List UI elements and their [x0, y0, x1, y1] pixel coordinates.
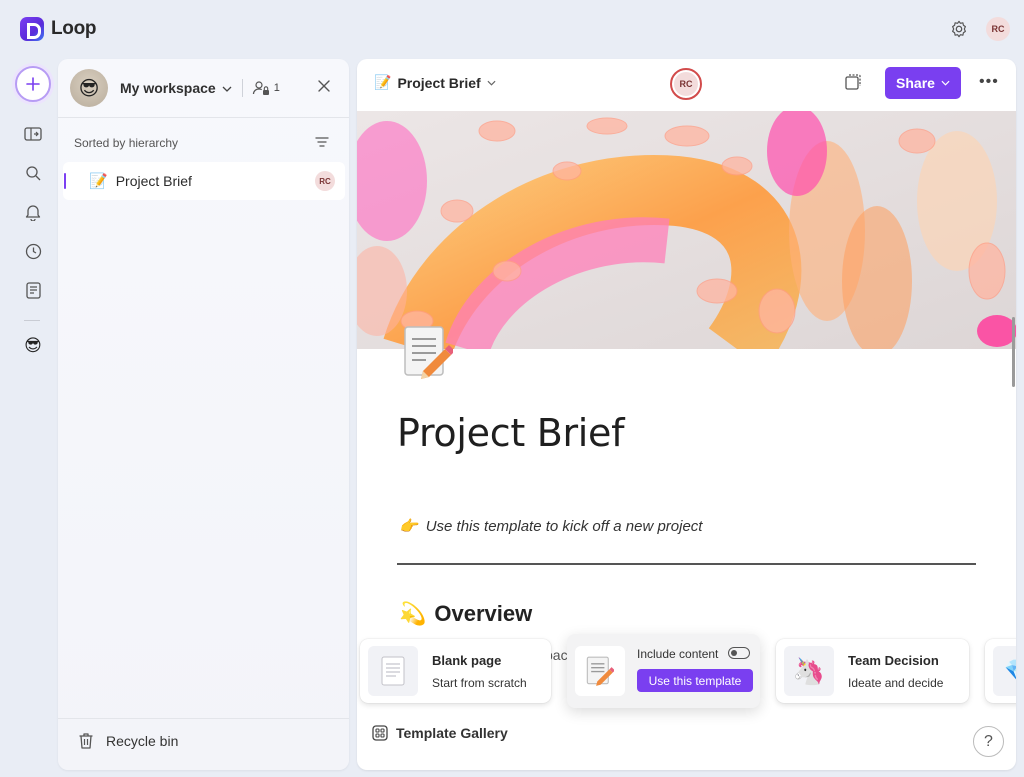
close-icon[interactable] — [317, 79, 331, 98]
template-subtitle: Start from scratch — [432, 675, 527, 690]
divider — [241, 79, 243, 97]
page-subtitle-text: Use this template to kick off a new proj… — [425, 517, 703, 535]
template-gallery-label: Template Gallery — [396, 725, 508, 741]
gem-icon: 💎 — [993, 646, 1016, 696]
page-canvas: 📝 Project Brief RC Share ••• Project Bri… — [357, 59, 1016, 770]
template-title: Team Decision — [848, 652, 939, 668]
memo-icon — [575, 646, 625, 696]
copy-component-icon[interactable] — [844, 73, 862, 96]
notifications-bell-icon[interactable] — [22, 201, 44, 223]
recycle-bin-link[interactable]: Recycle bin — [78, 732, 178, 750]
chevron-down-icon — [941, 80, 950, 86]
divider-line — [397, 563, 976, 565]
left-rail: 😎 — [0, 58, 64, 777]
include-content-label: Include content — [637, 647, 719, 661]
workspace-name[interactable]: My workspace — [120, 80, 216, 96]
section-heading-text: Overview — [434, 601, 533, 626]
chevron-down-icon[interactable] — [222, 79, 232, 97]
workspace-emoji-icon[interactable]: 😎 — [22, 335, 44, 357]
loop-logo-icon — [20, 17, 44, 41]
ideas-notes-icon[interactable] — [22, 279, 44, 301]
scrollbar[interactable] — [1012, 317, 1015, 387]
user-avatar[interactable]: RC — [986, 17, 1010, 41]
section-heading[interactable]: 💫 Overview — [399, 601, 532, 627]
template-subtitle: Ideate and decide — [848, 675, 944, 690]
filter-icon[interactable] — [315, 135, 329, 153]
recent-clock-icon[interactable] — [22, 240, 44, 262]
workspace-header: 😎 My workspace 1 — [58, 59, 349, 117]
page-subtitle[interactable]: 👉 Use this template to kick off a new pr… — [399, 517, 703, 536]
workspaces-panel-icon[interactable] — [22, 123, 44, 145]
template-title: Blank page — [432, 652, 502, 668]
divider — [58, 117, 349, 118]
page-title[interactable]: Project Brief — [397, 411, 625, 455]
divider — [58, 718, 349, 719]
recycle-bin-label: Recycle bin — [106, 733, 179, 749]
memo-icon: 📝 — [89, 173, 108, 190]
blank-page-icon — [368, 646, 418, 696]
workspace-members[interactable]: 1 — [252, 80, 280, 96]
rail-divider — [24, 320, 40, 321]
cover-image — [357, 111, 1016, 349]
search-icon[interactable] — [22, 162, 44, 184]
more-options-icon[interactable]: ••• — [979, 73, 999, 91]
page-owner-avatar: RC — [315, 171, 335, 191]
sort-label: Sorted by hierarchy — [74, 136, 179, 150]
settings-gear-icon[interactable] — [950, 20, 968, 38]
pointing-hand-icon: 👉 — [399, 518, 418, 535]
dizzy-star-icon: 💫 — [399, 601, 427, 626]
create-new-button[interactable] — [15, 66, 51, 102]
page-memo-icon[interactable] — [403, 323, 455, 381]
collaborator-avatar[interactable]: RC — [670, 68, 702, 100]
plus-icon — [26, 77, 40, 91]
include-content-toggle[interactable] — [728, 647, 750, 659]
workspace-panel: 😎 My workspace 1 Sorted by hierarchy 📝 P… — [58, 59, 349, 770]
page-list-item[interactable]: 📝 Project Brief RC — [63, 162, 345, 200]
template-gallery-link[interactable]: Template Gallery — [372, 725, 508, 741]
grid-icon — [372, 725, 388, 741]
page-item-label: Project Brief — [115, 173, 192, 189]
help-button[interactable]: ? — [973, 726, 1004, 757]
members-lock-icon — [252, 81, 269, 95]
trash-icon — [79, 733, 93, 749]
template-card-next[interactable]: 💎 — [985, 639, 1016, 703]
page-title-label: Project Brief — [397, 74, 481, 91]
share-button[interactable]: Share — [885, 67, 961, 99]
share-label: Share — [896, 75, 935, 91]
member-count: 1 — [273, 82, 280, 94]
loop-logo[interactable]: Loop — [20, 17, 97, 41]
page-title-dropdown[interactable]: 📝 Project Brief — [374, 74, 496, 91]
app-name: Loop — [51, 18, 97, 39]
chevron-down-icon — [487, 80, 496, 86]
use-template-button[interactable]: Use this template — [637, 669, 753, 692]
workspace-avatar[interactable]: 😎 — [70, 69, 108, 107]
template-card-team-decision[interactable]: 🦄 Team Decision Ideate and decide — [776, 639, 969, 703]
app-header: Loop RC — [0, 0, 1024, 58]
page-toolbar: 📝 Project Brief RC Share ••• — [357, 59, 1016, 111]
template-card-blank[interactable]: Blank page Start from scratch — [360, 639, 551, 703]
unicorn-icon: 🦄 — [784, 646, 834, 696]
memo-icon: 📝 — [374, 74, 392, 90]
